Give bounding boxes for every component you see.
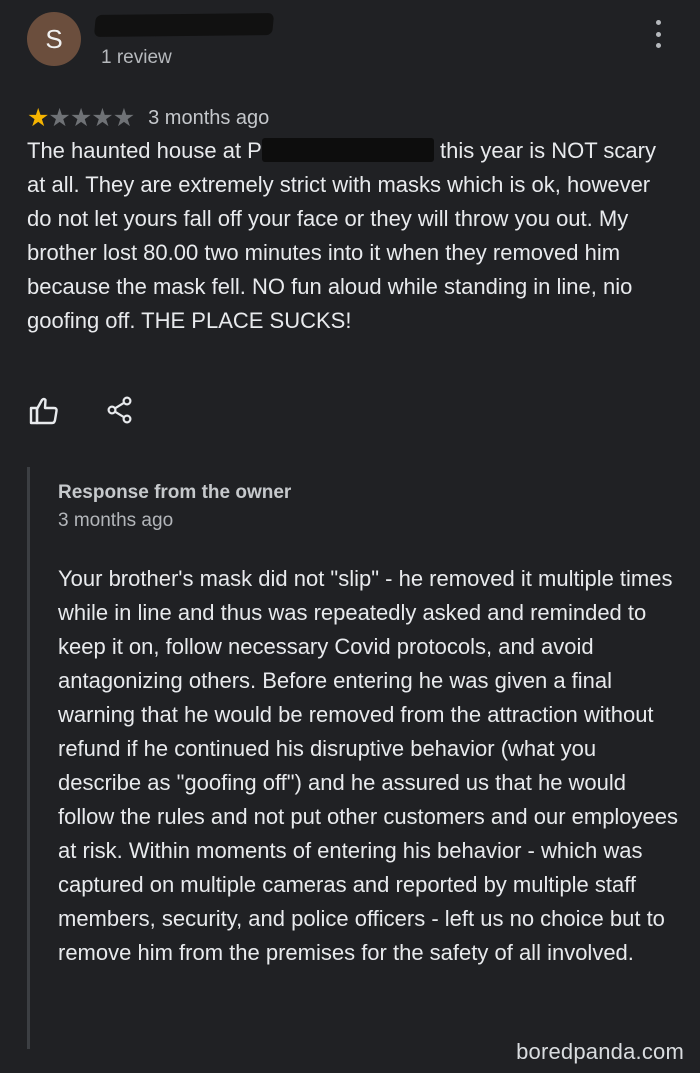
review-text-rest: this year is NOT scary at all. They are … [27, 138, 656, 333]
owner-response: Response from the owner 3 months ago You… [27, 467, 680, 1049]
review-rating-row: ★ ★ ★ ★ ★ 3 months ago [27, 104, 269, 132]
kebab-dot [655, 20, 661, 25]
star-empty-icon: ★ [48, 103, 70, 132]
reviewer-review-count[interactable]: 1 review [101, 47, 172, 69]
kebab-dot [655, 43, 661, 48]
kebab-dot [655, 31, 661, 37]
business-name-redaction [261, 138, 434, 162]
review-time-ago: 3 months ago [148, 106, 270, 129]
reviewer-name-redaction [93, 13, 275, 37]
star-empty-icon: ★ [69, 103, 92, 132]
star-rating: ★ ★ ★ ★ ★ [27, 103, 135, 132]
review-text-start: The haunted house at P [27, 138, 262, 163]
owner-response-label: Response from the owner [58, 482, 292, 503]
thumbs-up-icon[interactable] [29, 396, 59, 426]
owner-response-time-ago: 3 months ago [58, 510, 174, 531]
reviewer-avatar[interactable]: S [27, 12, 81, 66]
watermark: boredpanda.com [516, 1039, 684, 1064]
star-empty-icon: ★ [112, 103, 135, 132]
kebab-menu-icon[interactable] [650, 20, 666, 48]
owner-response-text: Your brother's mask did not "slip" - he … [58, 566, 679, 965]
review-text: The haunted house at P this year is NOT … [27, 134, 677, 338]
star-empty-icon: ★ [91, 103, 113, 132]
avatar-letter: S [45, 23, 63, 54]
star-filled-icon: ★ [27, 103, 49, 132]
share-icon[interactable] [106, 396, 134, 424]
